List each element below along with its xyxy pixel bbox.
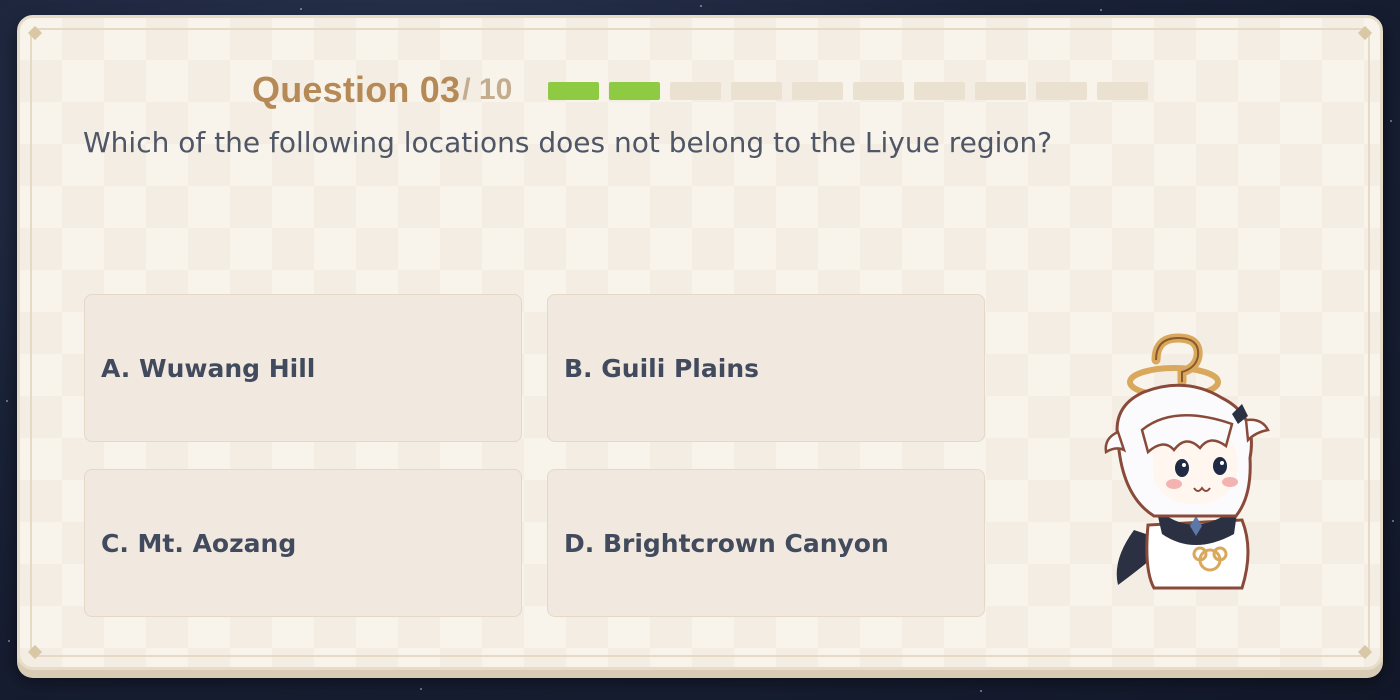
answer-option-label: B. Guili Plains bbox=[564, 353, 759, 383]
answer-option-d[interactable]: D. Brightcrown Canyon bbox=[547, 469, 985, 617]
progress-segment-pending bbox=[1097, 82, 1148, 100]
question-text: Which of the following locations does no… bbox=[83, 126, 1053, 159]
quiz-card: Question 03 / 10 Which of the following … bbox=[17, 15, 1383, 670]
answer-option-label: D. Brightcrown Canyon bbox=[564, 528, 889, 558]
paimon-mascot-icon bbox=[1104, 333, 1270, 590]
progress-segment-completed bbox=[609, 82, 660, 100]
progress-segment-pending bbox=[731, 82, 782, 100]
progress-segment-pending bbox=[1036, 82, 1087, 100]
question-number: Question 03 bbox=[252, 69, 461, 110]
question-header: Question 03 / 10 bbox=[252, 68, 512, 112]
corner-ornament bbox=[24, 641, 46, 663]
question-progress-bar bbox=[548, 82, 1148, 100]
question-total: / 10 bbox=[462, 73, 513, 106]
corner-ornament bbox=[1354, 641, 1376, 663]
progress-segment-pending bbox=[670, 82, 721, 100]
progress-segment-pending bbox=[792, 82, 843, 100]
corner-ornament bbox=[1354, 22, 1376, 44]
corner-ornament bbox=[24, 22, 46, 44]
answer-option-label: C. Mt. Aozang bbox=[101, 528, 297, 558]
progress-segment-pending bbox=[853, 82, 904, 100]
progress-segment-pending bbox=[975, 82, 1026, 100]
answer-option-label: A. Wuwang Hill bbox=[101, 353, 316, 383]
answer-option-b[interactable]: B. Guili Plains bbox=[547, 294, 985, 442]
progress-segment-pending bbox=[914, 82, 965, 100]
answer-option-a[interactable]: A. Wuwang Hill bbox=[84, 294, 522, 442]
answer-option-c[interactable]: C. Mt. Aozang bbox=[84, 469, 522, 617]
progress-segment-completed bbox=[548, 82, 599, 100]
